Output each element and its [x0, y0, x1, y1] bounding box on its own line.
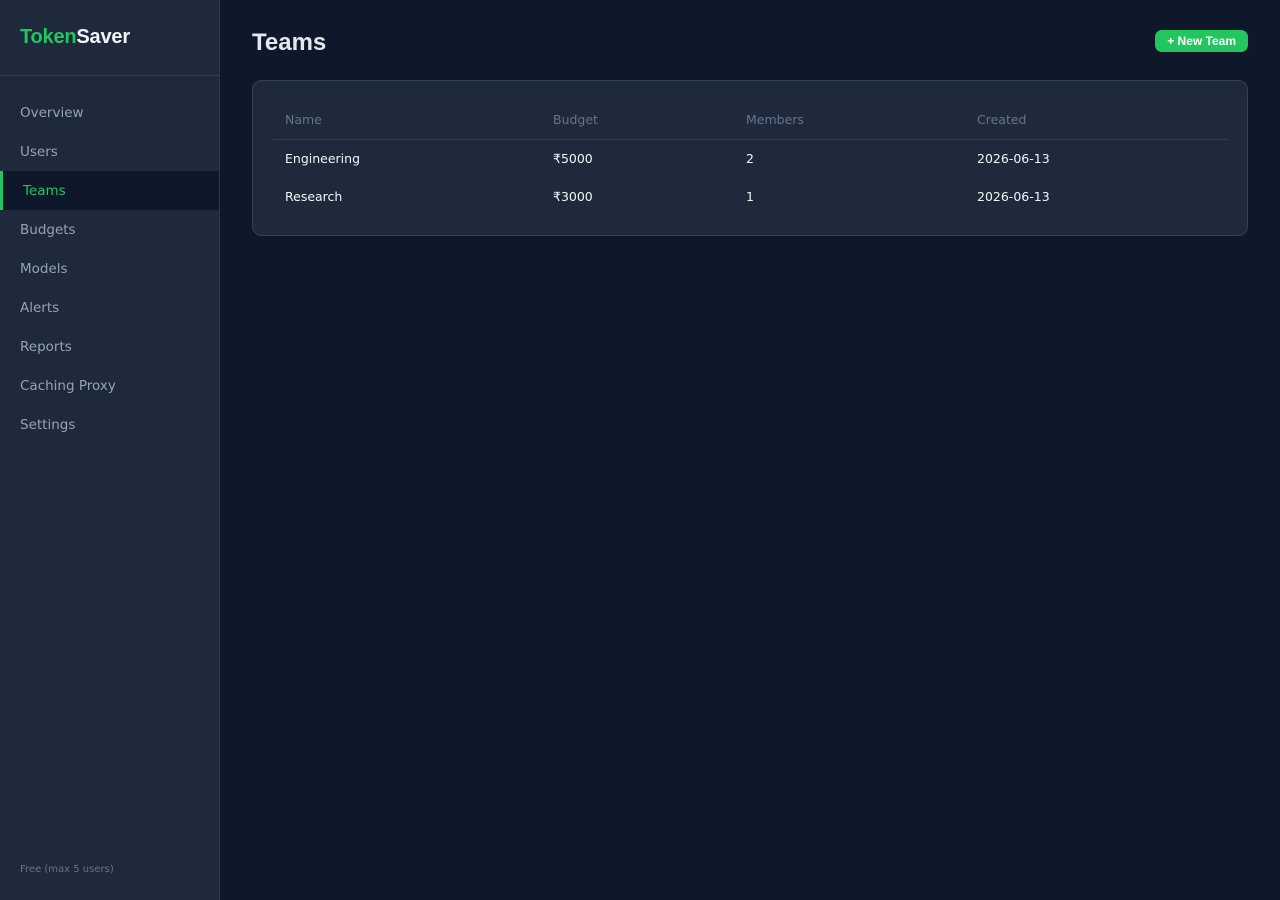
- sidebar-item-label: Alerts: [20, 299, 60, 316]
- cell-created: 2026-06-13: [977, 188, 1050, 204]
- plan-note: Free (max 5 users): [20, 864, 114, 875]
- sidebar-item-label: Teams: [23, 182, 66, 199]
- sidebar-item-settings[interactable]: Settings: [0, 405, 219, 444]
- main-content: Teams + New Team Name Budget Members Cre…: [220, 0, 1280, 900]
- brand-name-part1: Token: [20, 26, 77, 48]
- cell-budget: ₹5000: [553, 150, 593, 166]
- teams-table: Name Budget Members Created Engineering …: [273, 101, 1227, 215]
- table-row[interactable]: Research ₹3000 1 2026-06-13: [273, 177, 1227, 215]
- brand-name-part2: Saver: [76, 26, 130, 48]
- page-title: Teams: [252, 29, 327, 56]
- sidebar-item-label: Overview: [20, 104, 84, 121]
- sidebar-item-teams[interactable]: Teams: [0, 171, 219, 210]
- sidebar-item-overview[interactable]: Overview: [0, 93, 219, 132]
- cell-team-name: Research: [285, 188, 343, 204]
- sidebar-item-alerts[interactable]: Alerts: [0, 288, 219, 327]
- app-root: Token Saver Overview Users Teams Budgets …: [0, 0, 1280, 900]
- sidebar-item-label: Caching Proxy: [20, 377, 116, 394]
- sidebar-item-label: Settings: [20, 416, 76, 433]
- cell-members: 1: [746, 188, 754, 204]
- column-header-budget[interactable]: Budget: [541, 101, 734, 140]
- page-header: Teams + New Team: [252, 29, 1248, 80]
- column-header-created[interactable]: Created: [965, 101, 1227, 140]
- sidebar-item-label: Users: [20, 143, 58, 160]
- column-header-name[interactable]: Name: [273, 101, 541, 140]
- column-header-members[interactable]: Members: [734, 101, 965, 140]
- new-team-button[interactable]: + New Team: [1155, 30, 1248, 52]
- table-row[interactable]: Engineering ₹5000 2 2026-06-13: [273, 139, 1227, 177]
- sidebar-item-label: Reports: [20, 338, 72, 355]
- sidebar-item-reports[interactable]: Reports: [0, 327, 219, 366]
- sidebar-item-users[interactable]: Users: [0, 132, 219, 171]
- sidebar-item-caching-proxy[interactable]: Caching Proxy: [0, 366, 219, 405]
- sidebar: Token Saver Overview Users Teams Budgets …: [0, 0, 220, 900]
- teams-table-card: Name Budget Members Created Engineering …: [252, 80, 1248, 236]
- sidebar-item-label: Budgets: [20, 221, 76, 238]
- brand-logo[interactable]: Token Saver: [0, 0, 219, 76]
- cell-created: 2026-06-13: [977, 150, 1050, 166]
- cell-team-name: Engineering: [285, 150, 360, 166]
- table-header-row: Name Budget Members Created: [273, 101, 1227, 140]
- cell-members: 2: [746, 150, 754, 166]
- sidebar-item-models[interactable]: Models: [0, 249, 219, 288]
- sidebar-nav: Overview Users Teams Budgets Models Aler…: [0, 76, 219, 444]
- sidebar-item-label: Models: [20, 260, 68, 277]
- sidebar-item-budgets[interactable]: Budgets: [0, 210, 219, 249]
- cell-budget: ₹3000: [553, 188, 593, 204]
